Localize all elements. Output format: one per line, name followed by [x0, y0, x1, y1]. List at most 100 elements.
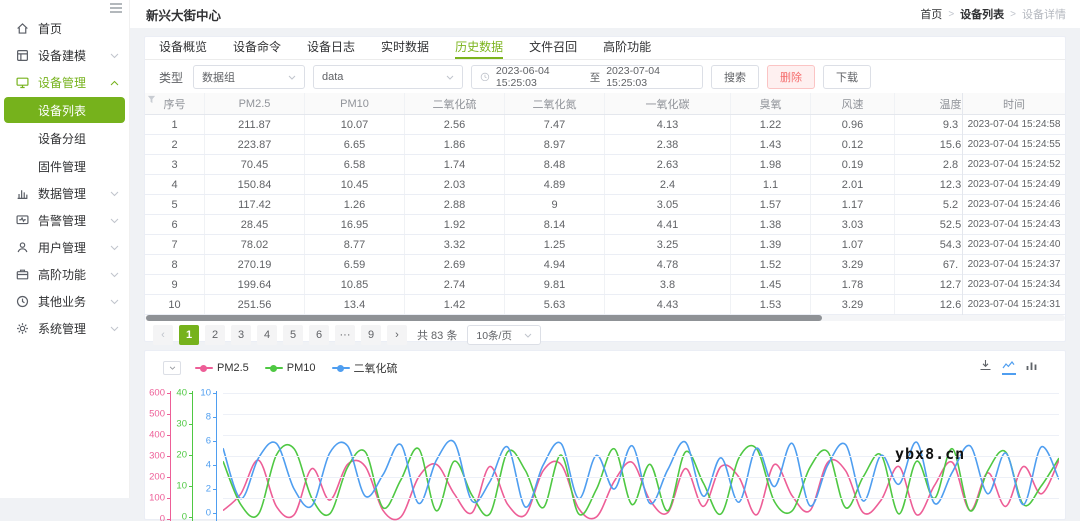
bar-chart-icon[interactable]: [1025, 359, 1039, 375]
history-data-table: 序号PM2.5PM10二氧化硫二氧化氮一氧化碳臭氧风速温度1211.8710.0…: [145, 93, 1065, 321]
cell-wind-speed: 0.12: [811, 135, 895, 154]
top-bar: 新兴大街中心 首页>设备列表>设备详情: [130, 0, 1080, 28]
chart-header: PM2.5 PM10 二氧化硫: [145, 359, 1065, 377]
search-button[interactable]: 搜索: [711, 65, 759, 89]
cell-no2: 9.81: [505, 275, 605, 294]
page-4[interactable]: 4: [257, 325, 277, 345]
breadcrumb-item[interactable]: 设备列表: [960, 6, 1004, 22]
cell-index: 10: [145, 295, 205, 314]
page-5[interactable]: 5: [283, 325, 303, 345]
line-chart-icon[interactable]: [1002, 359, 1016, 375]
cell-time: 2023-07-04 15:24:55: [963, 135, 1065, 155]
tab-file-recall[interactable]: 文件召回: [529, 37, 577, 59]
cell-pm10: 6.59: [305, 255, 405, 274]
sidebar-item-data-management[interactable]: 数据管理: [0, 180, 129, 207]
next-page-button[interactable]: ›: [387, 325, 407, 345]
sidebar-item-label: 系统管理: [38, 320, 110, 337]
column-header-so2: 二氧化硫: [405, 93, 505, 114]
tab-device-logs[interactable]: 设备日志: [307, 37, 355, 59]
cell-index: 1: [145, 115, 205, 134]
sidebar-item-alarm-management[interactable]: 告警管理: [0, 207, 129, 234]
y-axis-2: 1086420: [197, 385, 217, 521]
cell-index: 7: [145, 235, 205, 254]
data-group-select[interactable]: 数据组: [193, 65, 305, 89]
legend-item-pm25[interactable]: PM2.5: [195, 362, 249, 374]
page-size-select[interactable]: 10条/页: [467, 325, 541, 345]
page-2[interactable]: 2: [205, 325, 225, 345]
cell-pm25: 117.42: [205, 195, 305, 214]
chevron-down-icon: [288, 75, 296, 80]
data-group-value: 数据组: [202, 69, 235, 85]
date-end-value: 2023-07-04 15:25:03: [606, 65, 694, 89]
sidebar-item-device-management[interactable]: 设备管理: [0, 69, 129, 96]
axis-tick: [213, 441, 217, 442]
gridline: [223, 498, 1059, 499]
sidebar-item-advanced-features[interactable]: 高阶功能: [0, 261, 129, 288]
horizontal-scrollbar[interactable]: [146, 315, 822, 321]
cell-so2: 1.92: [405, 215, 505, 234]
page-6[interactable]: 6: [309, 325, 329, 345]
cell-no2: 8.97: [505, 135, 605, 154]
axis-tick-label: 600: [145, 388, 165, 399]
legend-marker: [195, 367, 213, 369]
tab-device-overview[interactable]: 设备概览: [159, 37, 207, 59]
legend-mode-select[interactable]: [163, 361, 181, 375]
cell-no2: 5.63: [505, 295, 605, 314]
cell-pm25: 223.87: [205, 135, 305, 154]
sidebar-item-other-business[interactable]: 其他业务: [0, 288, 129, 315]
sidebar-item-device-list[interactable]: 设备列表: [4, 97, 125, 123]
axis-tick-label: 400: [145, 430, 165, 441]
cell-co: 2.63: [605, 155, 731, 174]
axis-tick: [167, 393, 171, 394]
sidebar-item-device-group[interactable]: 设备分组: [0, 124, 129, 152]
sidebar-item-firmware-management[interactable]: 固件管理: [0, 152, 129, 180]
legend-item-pm10[interactable]: PM10: [265, 362, 316, 374]
cell-index: 4: [145, 175, 205, 194]
chevron-down-icon: [110, 191, 119, 197]
prev-page-button[interactable]: ‹: [153, 325, 173, 345]
axis-tick: [167, 498, 171, 499]
gridline: [223, 393, 1059, 394]
y-axis-1: 403020100: [173, 385, 193, 521]
legend-dot: [200, 365, 207, 372]
page-9[interactable]: 9: [361, 325, 381, 345]
cell-no2: 8.48: [505, 155, 605, 174]
sidebar-item-device-modeling[interactable]: 设备建模: [0, 42, 129, 69]
cell-co: 4.43: [605, 295, 731, 314]
horizontal-scrollbar-track: [145, 315, 1065, 321]
download-button[interactable]: 下载: [823, 65, 871, 89]
date-range-input[interactable]: 2023-06-04 15:25:03 至 2023-07-04 15:25:0…: [471, 65, 703, 89]
axis-tick: [189, 455, 193, 456]
cell-wind-speed: 1.17: [811, 195, 895, 214]
sidebar-item-user-management[interactable]: 用户管理: [0, 234, 129, 261]
download-icon[interactable]: [979, 359, 993, 375]
tab-history-data[interactable]: 历史数据: [455, 37, 503, 59]
sidebar-item-system-management[interactable]: 系统管理: [0, 315, 129, 342]
page-3[interactable]: 3: [231, 325, 251, 345]
device-manage-icon: [16, 76, 29, 89]
axis-line: [216, 391, 217, 521]
tab-advanced-functions[interactable]: 高阶功能: [603, 37, 651, 59]
collapse-sidebar-icon[interactable]: [109, 2, 123, 14]
tab-realtime-data[interactable]: 实时数据: [381, 37, 429, 59]
breadcrumb-item[interactable]: 首页: [920, 6, 942, 22]
delete-button[interactable]: 删除: [767, 65, 815, 89]
axis-tick-label: 500: [145, 409, 165, 420]
data-stream-value: data: [322, 71, 343, 83]
data-stream-select[interactable]: data: [313, 65, 463, 89]
page-ellipsis[interactable]: ···: [335, 325, 355, 345]
cell-so2: 2.03: [405, 175, 505, 194]
cell-so2: 3.32: [405, 235, 505, 254]
cell-o3: 1.38: [731, 215, 811, 234]
axis-tick: [213, 393, 217, 394]
cell-o3: 1.57: [731, 195, 811, 214]
legend-item-so2[interactable]: 二氧化硫: [332, 360, 398, 376]
axis-tick: [213, 489, 217, 490]
cell-time: 2023-07-04 15:24:52: [963, 155, 1065, 175]
sidebar-item-home[interactable]: 首页: [0, 15, 129, 42]
axis-tick-label: 300: [145, 451, 165, 462]
cell-o3: 1.53: [731, 295, 811, 314]
tab-device-commands[interactable]: 设备命令: [233, 37, 281, 59]
page-1[interactable]: 1: [179, 325, 199, 345]
breadcrumb-separator: >: [948, 9, 954, 20]
